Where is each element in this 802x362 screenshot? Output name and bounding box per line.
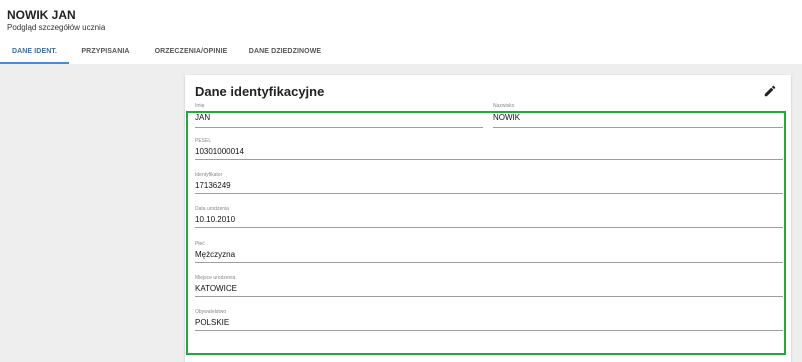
page-title: NOWIK JAN [7,8,76,22]
page-subtitle: Podgląd szczegółów ucznia [7,23,106,32]
pencil-icon[interactable] [763,84,777,98]
tab-dane-ident[interactable]: DANE IDENT. [0,40,69,64]
field-label: Imię [195,103,205,109]
identification-card: Dane identyfikacyjne Imię JAN Nazwisko N… [185,75,791,362]
card-title: Dane identyfikacyjne [195,84,325,99]
tab-dane-dziedzinowe[interactable]: DANE DZIEDZINOWE [240,40,330,64]
tab-przypisania[interactable]: PRZYPISANIA [69,40,142,64]
tab-orzeczenia-opinie[interactable]: ORZECZENIA/OPINIE [142,40,240,64]
tab-bar: DANE IDENT. PRZYPISANIA ORZECZENIA/OPINI… [0,40,802,64]
page-header: NOWIK JAN Podgląd szczegółów ucznia DANE… [0,0,802,64]
highlight-frame [186,111,786,355]
field-label: Nazwisko [493,103,515,109]
